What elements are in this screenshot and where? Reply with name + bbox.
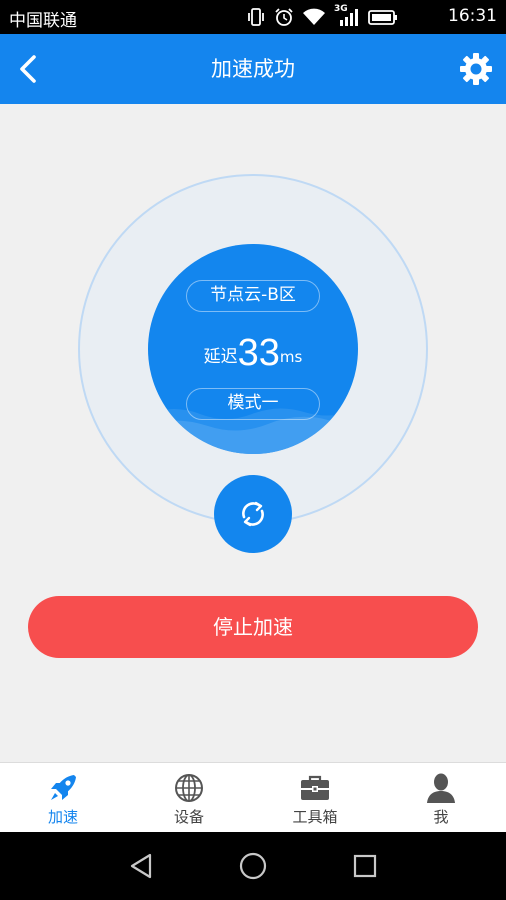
status-icons: 3G [246,4,398,27]
toolbox-icon [301,775,329,800]
nav-item-toolbox[interactable]: 工具箱 [252,763,378,833]
system-back-button[interactable] [121,846,161,886]
signal-icon: 3G [334,4,360,27]
refresh-button[interactable] [214,475,292,553]
latency-label: 延迟 [203,347,238,367]
gear-icon [460,53,492,85]
nav-item-me[interactable]: 我 [378,763,504,833]
page-title: 加速成功 [211,57,295,81]
back-triangle-icon [130,853,152,879]
nav-label: 设备 [173,808,204,826]
bottom-nav: 加速 设备 工具箱 我 [0,762,506,832]
app-bar: 加速成功 [0,34,506,104]
vibrate-icon [248,8,264,26]
nav-label: 加速 [47,808,78,826]
nav-label: 工具箱 [292,808,338,826]
carrier-name: 中国联通 [9,11,77,31]
mode-selector[interactable]: 模式一 [186,388,320,420]
user-icon [427,773,455,803]
settings-button[interactable] [454,47,498,91]
stop-acceleration-button[interactable]: 停止加速 [28,596,478,658]
node-selector[interactable]: 节点云-B区 [186,280,320,312]
globe-icon [175,774,203,802]
chevron-left-icon [20,55,36,83]
nav-item-accelerate[interactable]: 加速 [0,763,126,833]
system-nav-bar [0,832,506,900]
recents-square-icon [353,854,377,878]
battery-icon [368,10,397,25]
nav-label: 我 [433,808,449,826]
status-bar: 中国联通 3G 16:31 [0,0,506,34]
system-recents-button[interactable] [345,846,385,886]
refresh-icon [242,501,264,527]
home-circle-icon [239,852,267,880]
wifi-icon [303,8,325,25]
alarm-icon [275,8,293,26]
latency-display: 延迟33ms [148,332,358,375]
latency-value: 33 [237,332,280,374]
back-button[interactable] [6,47,50,91]
nav-item-devices[interactable]: 设备 [126,763,252,833]
latency-unit: ms [279,348,303,366]
clock: 16:31 [448,6,497,26]
main-content: 节点云-B区 延迟33ms 模式一 停止加速 [0,104,506,762]
rocket-icon [51,775,76,800]
accelerator-status-circle: 节点云-B区 延迟33ms 模式一 [148,244,358,454]
system-home-button[interactable] [233,846,273,886]
